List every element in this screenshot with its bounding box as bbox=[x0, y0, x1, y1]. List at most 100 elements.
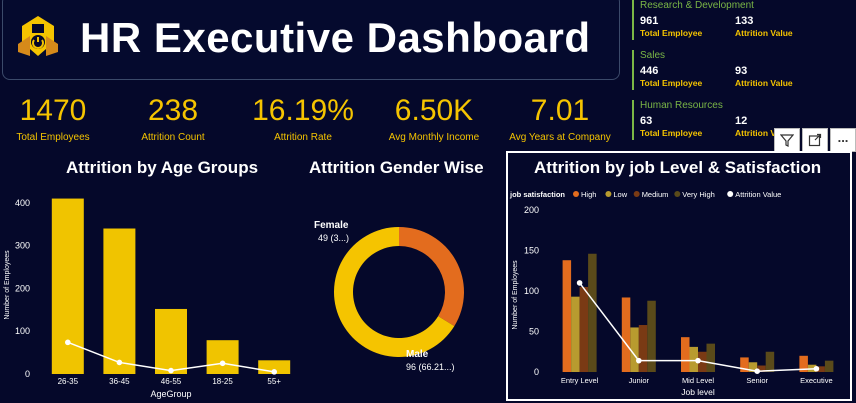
y-tick-label: 150 bbox=[524, 246, 539, 256]
visual-header-toolbar: ... bbox=[774, 128, 856, 152]
kpi-attrition-count: 238 Attrition Count bbox=[108, 94, 238, 143]
employee-badge-icon bbox=[18, 16, 58, 56]
legend-marker bbox=[633, 191, 640, 197]
dept-total-label: Total Employee bbox=[640, 128, 703, 138]
kpi-avg-monthly-income: 6.50K Avg Monthly Income bbox=[369, 94, 499, 143]
y-tick-label: 100 bbox=[15, 326, 30, 336]
dept-attrition: 93 bbox=[735, 65, 748, 77]
focus-mode-button[interactable] bbox=[802, 128, 828, 152]
slice-value-label: 96 (66.21...) bbox=[406, 362, 455, 372]
donut-slice bbox=[399, 227, 464, 327]
dept-card-research: Research & Development 961 Total Employee… bbox=[632, 0, 830, 40]
more-options-icon: ... bbox=[837, 129, 849, 145]
x-axis-label: Job level bbox=[681, 387, 715, 397]
line-point bbox=[636, 357, 642, 364]
x-tick-label: Entry Level bbox=[561, 376, 599, 385]
bar bbox=[562, 260, 572, 372]
page-title: HR Executive Dashboard bbox=[80, 14, 591, 61]
legend-marker bbox=[674, 191, 681, 197]
dept-attrition: 133 bbox=[735, 15, 754, 27]
kpi-value: 1470 bbox=[19, 94, 87, 127]
bar bbox=[51, 198, 84, 374]
slice-value-label: 49 (3...) bbox=[318, 233, 349, 243]
line-point bbox=[168, 367, 174, 374]
job-chart-title: Attrition by job Level & Satisfaction bbox=[534, 158, 822, 177]
y-axis-label: Number of Employees bbox=[512, 260, 519, 330]
line-point bbox=[695, 357, 701, 364]
kpi-label: Attrition Rate bbox=[274, 132, 332, 143]
y-tick-label: 200 bbox=[15, 283, 30, 293]
x-tick-label: Junior bbox=[629, 376, 650, 385]
gender-chart-title: Attrition Gender Wise bbox=[309, 158, 484, 177]
dept-total: 446 bbox=[640, 65, 659, 77]
y-tick-label: 400 bbox=[15, 198, 30, 208]
legend-marker bbox=[727, 191, 734, 197]
focus-mode-icon bbox=[808, 133, 822, 147]
dept-name: Research & Development bbox=[640, 0, 754, 11]
legend-marker bbox=[605, 191, 612, 197]
line-point bbox=[576, 280, 583, 286]
more-options-button[interactable]: ... bbox=[830, 128, 856, 152]
filter-button[interactable] bbox=[774, 128, 800, 152]
bar bbox=[681, 337, 690, 372]
legend-item: High bbox=[581, 190, 596, 199]
slice-label: Male bbox=[406, 349, 429, 360]
age-group-chart[interactable]: 0 100 200 300 400 Number of Employees 26-35 36-… bbox=[0, 185, 300, 403]
bar bbox=[824, 360, 834, 372]
dept-card-sales: Sales 446 Total Employee 93 Attrition Valu… bbox=[632, 50, 830, 90]
age-chart-title: Attrition by Age Groups bbox=[66, 158, 259, 177]
x-axis-label: AgeGroup bbox=[150, 389, 191, 399]
legend-title: job satisfaction bbox=[509, 190, 565, 199]
y-tick-label: 50 bbox=[529, 327, 539, 337]
line-point bbox=[65, 339, 71, 346]
dept-attrition-label: Attrition Value bbox=[735, 28, 793, 38]
line-point bbox=[813, 365, 820, 372]
bar bbox=[206, 340, 239, 374]
bar bbox=[155, 308, 187, 374]
y-tick-label: 300 bbox=[15, 241, 30, 251]
line-point bbox=[116, 359, 123, 366]
x-tick-label: 55+ bbox=[267, 377, 281, 386]
x-tick-label: 18-25 bbox=[212, 377, 233, 386]
legend-item: Very High bbox=[682, 190, 715, 199]
x-tick-label: Executive bbox=[800, 376, 833, 385]
bar bbox=[765, 351, 775, 372]
kpi-label: Total Employees bbox=[16, 132, 90, 143]
kpi-label: Avg Monthly Income bbox=[388, 132, 480, 143]
legend-marker bbox=[573, 191, 579, 197]
dept-name: Human Resources bbox=[640, 100, 723, 111]
bar bbox=[579, 286, 589, 372]
kpi-label: Avg Years at Company bbox=[509, 132, 611, 143]
line-point bbox=[219, 360, 226, 367]
bar bbox=[638, 325, 648, 372]
x-tick-label: Mid Level bbox=[682, 376, 714, 385]
dept-attrition-label: Attrition Value bbox=[735, 78, 793, 88]
kpi-label: Attrition Count bbox=[141, 132, 205, 143]
dept-total: 961 bbox=[640, 15, 659, 27]
gender-donut-chart[interactable]: Female 49 (3...) Male 96 (66.21...) bbox=[300, 185, 506, 403]
slice-label: Female bbox=[314, 220, 349, 231]
bar bbox=[588, 253, 597, 372]
dept-total-label: Total Employee bbox=[640, 78, 703, 88]
y-tick-label: 0 bbox=[25, 369, 30, 379]
x-tick-label: Senior bbox=[746, 376, 768, 385]
kpi-value: 7.01 bbox=[530, 94, 590, 127]
bar bbox=[103, 228, 136, 374]
bar bbox=[630, 327, 639, 372]
legend-item: Attrition Value bbox=[735, 190, 781, 199]
line-point bbox=[271, 369, 278, 375]
dept-total: 63 bbox=[640, 115, 653, 127]
kpi-value: 6.50K bbox=[394, 94, 474, 127]
kpi-avg-years-at-company: 7.01 Avg Years at Company bbox=[495, 94, 625, 143]
y-tick-label: 0 bbox=[534, 367, 539, 377]
bar bbox=[571, 296, 580, 372]
filter-icon bbox=[780, 134, 794, 147]
x-tick-label: 36-45 bbox=[109, 377, 130, 386]
job-level-chart[interactable]: job satisfaction High Low Medium Very High At… bbox=[506, 180, 852, 401]
bar bbox=[706, 343, 715, 372]
kpi-value: 238 bbox=[147, 94, 199, 127]
y-tick-label: 100 bbox=[524, 286, 539, 296]
x-tick-label: 26-35 bbox=[58, 377, 79, 386]
x-tick-label: 46-55 bbox=[161, 377, 182, 386]
legend-item: Medium bbox=[642, 190, 669, 199]
